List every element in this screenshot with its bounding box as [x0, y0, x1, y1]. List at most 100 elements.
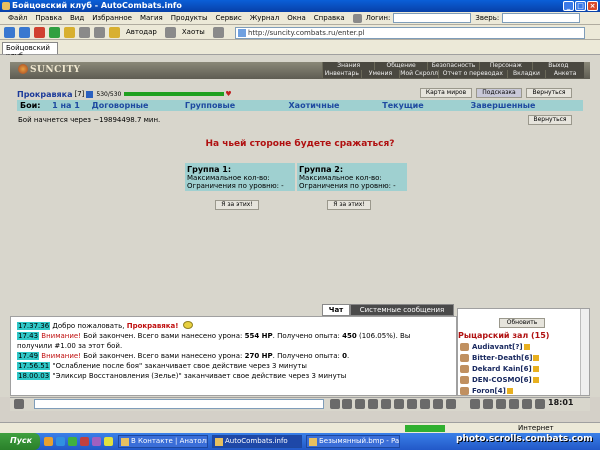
taskbar-item-paint[interactable]: Безымянный.bmp - Paint [306, 435, 400, 448]
menu-favorites[interactable]: Избранное [92, 14, 132, 22]
exit-icon[interactable] [496, 399, 506, 409]
tab-finished[interactable]: Завершенные [443, 101, 563, 110]
back-arrow-icon[interactable] [4, 26, 15, 38]
nav-tabs[interactable]: Вкладки [506, 70, 546, 78]
home-icon[interactable] [64, 26, 75, 38]
chat-timestamp[interactable]: 17.49 [17, 352, 40, 360]
user-name[interactable]: Dekard Kain[6] [472, 365, 532, 373]
maximize-button[interactable]: □ [575, 1, 586, 11]
translit-icon[interactable] [368, 399, 378, 409]
world-map-button[interactable]: Карта миров [420, 88, 472, 98]
print-icon[interactable] [94, 26, 105, 38]
quicklaunch-icon[interactable] [56, 437, 65, 446]
user-name[interactable]: Audiavant[?] [472, 343, 523, 351]
join-group-1-button[interactable]: Я за этих! [215, 200, 259, 210]
smiles-icon[interactable] [355, 399, 365, 409]
lock-icon[interactable] [433, 399, 443, 409]
hint-button[interactable]: Подсказка [476, 88, 522, 98]
menu-magic[interactable]: Магия [140, 14, 163, 22]
beast-select[interactable] [502, 13, 581, 23]
book-icon[interactable] [509, 399, 519, 409]
chat-timestamp[interactable]: 17.56.51 [17, 362, 51, 370]
start-button[interactable]: Пуск [0, 433, 40, 450]
chat-timestamp[interactable]: 17.43 [17, 332, 40, 340]
gear-icon[interactable] [522, 399, 532, 409]
nav-exit[interactable]: Выход [531, 62, 585, 70]
user-item[interactable]: Audiavant[?] [460, 342, 530, 352]
menu-products[interactable]: Продукты [171, 14, 208, 22]
refresh-small-icon[interactable] [352, 13, 362, 23]
nav-communication[interactable]: Общение [374, 62, 427, 70]
list-scrollbar[interactable] [580, 309, 589, 395]
reload-icon[interactable] [49, 26, 60, 38]
sound-icon[interactable] [446, 399, 456, 409]
user-name[interactable]: Bitter-Death[6] [472, 354, 532, 362]
nav-security[interactable]: Безопасность [426, 62, 480, 70]
tab-group[interactable]: Групповые [155, 101, 265, 110]
close-button[interactable]: × [587, 1, 598, 11]
history-icon[interactable] [79, 26, 90, 38]
tab-one-on-one[interactable]: 1 на 1 [47, 101, 85, 110]
tab-chaotic[interactable]: Хаотичные [265, 101, 363, 110]
info-icon[interactable] [532, 377, 539, 383]
user-item[interactable]: Bitter-Death[6] [460, 353, 540, 363]
tab-system-messages[interactable]: Системные сообщения [350, 304, 454, 316]
menu-journal[interactable]: Журнал [250, 14, 279, 22]
menu-edit[interactable]: Правка [35, 14, 62, 22]
taskbar-item-vkontakte[interactable]: В Контакте | Анатолий ... [118, 435, 208, 448]
card-icon[interactable] [535, 399, 545, 409]
quicklaunch-icon[interactable] [104, 437, 113, 446]
return-button-top[interactable]: Вернуться [526, 88, 572, 98]
user-item[interactable]: Foron[4] [460, 386, 513, 396]
chaotic-button[interactable]: Хаоты [182, 28, 205, 36]
refresh-list-button[interactable]: Обновить [499, 318, 545, 328]
shield-icon[interactable] [420, 399, 430, 409]
join-group-2-button[interactable]: Я за этих! [327, 200, 371, 210]
info-icon[interactable] [523, 344, 530, 350]
user-name[interactable]: Foron[4] [472, 387, 506, 395]
nav-profile[interactable]: Анкета [545, 70, 584, 78]
tools-icon[interactable] [109, 26, 120, 38]
filter-icon[interactable] [212, 26, 224, 38]
info-icon[interactable] [506, 388, 513, 394]
user-name[interactable]: DEN-COSMO[6] [472, 376, 532, 384]
minimize-button[interactable]: _ [563, 1, 574, 11]
menu-help[interactable]: Справка [314, 14, 345, 22]
send-icon[interactable] [330, 399, 340, 409]
menu-windows[interactable]: Окна [287, 14, 306, 22]
nav-transfer-report[interactable]: Отчет о переводах [437, 70, 507, 78]
user-item[interactable]: Dekard Kain[6] [460, 364, 539, 374]
chat-player-name[interactable]: Прокравяка! [127, 322, 179, 330]
music-icon[interactable] [470, 399, 480, 409]
return-button[interactable]: Вернуться [528, 115, 572, 125]
quicklaunch-icon[interactable] [44, 437, 53, 446]
user-item[interactable]: DEN-COSMO[6] [460, 375, 539, 385]
info-icon[interactable] [533, 355, 540, 361]
address-bar[interactable]: http://suncity.combats.ru/enter.pl [235, 27, 585, 39]
login-input[interactable] [393, 13, 472, 23]
tab-current[interactable]: Текущие [363, 101, 443, 110]
player-name[interactable]: Прокравяка [17, 90, 73, 99]
sword-icon[interactable] [407, 399, 417, 409]
quicklaunch-icon[interactable] [68, 437, 77, 446]
nav-knowledge[interactable]: Знания [322, 62, 375, 70]
info-icon[interactable] [86, 90, 94, 98]
nav-character[interactable]: Персонаж [479, 62, 532, 70]
nav-skills[interactable]: Умения [360, 70, 400, 78]
settings-icon[interactable] [164, 26, 176, 38]
taskbar-item-autocombats[interactable]: AutoCombats.info [212, 435, 302, 448]
tab-chat[interactable]: Чат [322, 304, 350, 316]
autodar-button[interactable]: Автодар [126, 28, 157, 36]
info-icon[interactable] [532, 366, 539, 372]
filter-icon[interactable] [381, 399, 391, 409]
nav-inventory[interactable]: Инвентарь [322, 70, 361, 78]
clear-icon[interactable] [342, 399, 352, 409]
nav-my-scroll[interactable]: Мой Скролл [399, 70, 438, 78]
menu-view[interactable]: Вид [70, 14, 84, 22]
menu-file[interactable]: Файл [8, 14, 27, 22]
forward-arrow-icon[interactable] [19, 26, 30, 38]
quicklaunch-icon[interactable] [92, 437, 101, 446]
chat-timestamp[interactable]: 17.37.36 [17, 322, 51, 330]
chat-input[interactable] [34, 399, 324, 409]
quicklaunch-icon[interactable] [80, 437, 89, 446]
